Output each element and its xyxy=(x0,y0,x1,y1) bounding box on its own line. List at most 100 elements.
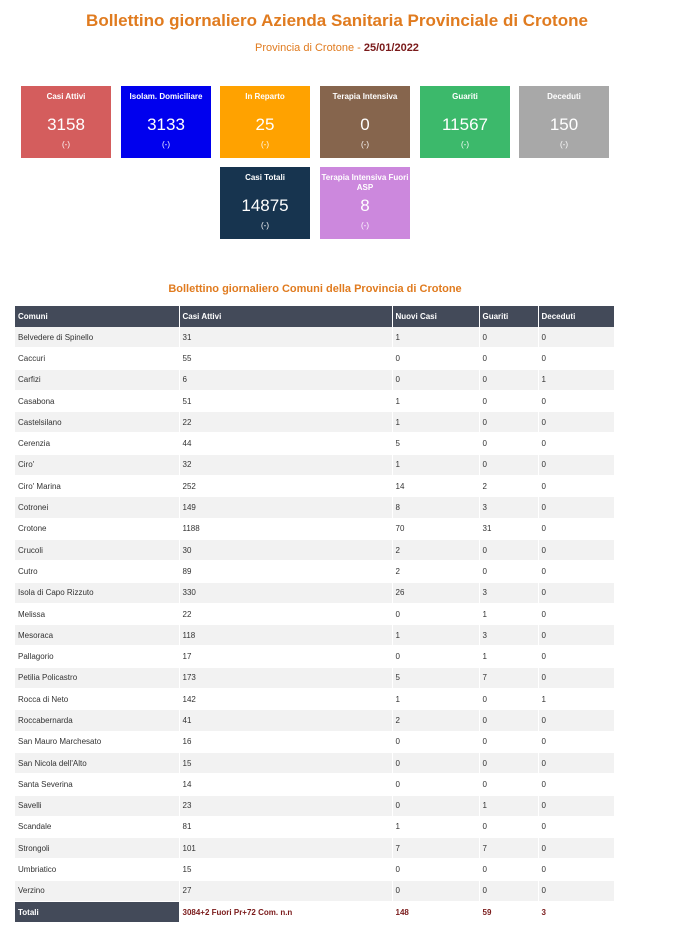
cell-deceduti: 0 xyxy=(538,560,615,583)
cell-casi-attivi: 330 xyxy=(179,582,393,604)
cell-guariti: 0 xyxy=(479,816,539,839)
table-row: Casabona 51 1 0 0 xyxy=(15,390,615,413)
cell-comune: Santa Severina xyxy=(15,773,180,796)
cell-casi-attivi: 1188 xyxy=(179,518,393,540)
cell-guariti: 3 xyxy=(479,496,539,519)
cell-nuovi-casi: 1 xyxy=(392,327,480,349)
table-row: Isola di Capo Rizzuto 330 26 3 0 xyxy=(15,582,615,604)
header-casi-attivi: Casi Attivi xyxy=(179,306,393,327)
cell-guariti: 31 xyxy=(479,518,539,540)
cell-casi-attivi: 6 xyxy=(179,369,393,391)
stat-value: 14875 xyxy=(241,196,289,215)
cell-casi-attivi: 27 xyxy=(179,880,393,903)
cell-comune: San Mauro Marchesato xyxy=(15,731,180,753)
cell-comune: Isola di Capo Rizzuto xyxy=(15,582,180,604)
cell-nuovi-casi: 0 xyxy=(392,731,480,753)
table-row: Cerenzia 44 5 0 0 xyxy=(15,432,615,455)
table-row: Verzino 27 0 0 0 xyxy=(15,880,615,903)
cell-casi-attivi: 149 xyxy=(179,496,393,519)
cell-guariti: 7 xyxy=(479,667,539,690)
cell-nuovi-casi: 1 xyxy=(392,688,480,711)
stat-value: 150 xyxy=(549,115,579,134)
cell-guariti: 0 xyxy=(479,539,539,562)
table-row: Castelsilano 22 1 0 0 xyxy=(15,411,615,434)
cell-guariti: 0 xyxy=(479,432,539,455)
stat-value: 3158 xyxy=(47,115,85,134)
stat-label: Guariti xyxy=(452,92,478,101)
cell-guariti: 0 xyxy=(479,347,539,370)
cell-comune: Belvedere di Spinello xyxy=(15,327,180,349)
cell-nuovi-casi: 0 xyxy=(392,795,480,817)
cell-casi-attivi: 31 xyxy=(179,327,393,349)
table-row: Belvedere di Spinello 31 1 0 0 xyxy=(15,327,615,349)
cell-comune: Castelsilano xyxy=(15,411,180,434)
cell-guariti: 0 xyxy=(479,390,539,413)
cell-deceduti: 0 xyxy=(538,837,615,860)
stat-change: (-) xyxy=(62,140,70,149)
cell-casi-attivi: 16 xyxy=(179,731,393,753)
cell-casi-attivi: 55 xyxy=(179,347,393,370)
cell-comune: Crotone xyxy=(15,518,180,540)
table-row: Ciro' 32 1 0 0 xyxy=(15,454,615,477)
cell-deceduti: 0 xyxy=(538,411,615,434)
header-guariti: Guariti xyxy=(479,306,539,327)
cell-guariti: 0 xyxy=(479,880,539,903)
table-row: Pallagorio 17 0 1 0 xyxy=(15,645,615,668)
cell-casi-attivi: 252 xyxy=(179,475,393,498)
cell-deceduti: 0 xyxy=(538,667,615,690)
cell-comune: Crucoli xyxy=(15,539,180,562)
totals-nuovi-casi: 148 xyxy=(392,901,480,924)
cell-deceduti: 0 xyxy=(538,539,615,562)
cell-nuovi-casi: 5 xyxy=(392,667,480,690)
stat-label: Terapia Intensiva xyxy=(332,92,398,101)
cell-comune: Roccabernarda xyxy=(15,709,180,732)
stat-change: (-) xyxy=(261,140,269,149)
cell-nuovi-casi: 1 xyxy=(392,454,480,477)
cell-deceduti: 1 xyxy=(538,369,615,391)
cell-comune: Strongoli xyxy=(15,837,180,860)
header-nuovi-casi: Nuovi Casi xyxy=(392,306,480,327)
cell-comune: Petilia Policastro xyxy=(15,667,180,690)
table-row: Scandale 81 1 0 0 xyxy=(15,816,615,839)
table-row: Melissa 22 0 1 0 xyxy=(15,603,615,626)
cell-casi-attivi: 44 xyxy=(179,432,393,455)
cell-nuovi-casi: 5 xyxy=(392,432,480,455)
cell-comune: Pallagorio xyxy=(15,645,180,668)
stat-change: (-) xyxy=(361,140,369,149)
cell-nuovi-casi: 1 xyxy=(392,624,480,647)
table-row: Savelli 23 0 1 0 xyxy=(15,795,615,817)
cell-guariti: 0 xyxy=(479,752,539,775)
page-subtitle: Provincia di Crotone - 25/01/2022 xyxy=(0,42,674,54)
totals-row: Totali 3084+2 Fuori Pr+72 Com. n.n 148 5… xyxy=(15,901,615,924)
table-row: Carfizi 6 0 0 1 xyxy=(15,369,615,391)
cell-nuovi-casi: 1 xyxy=(392,411,480,434)
table-row: Cutro 89 2 0 0 xyxy=(15,560,615,583)
table-row: Caccuri 55 0 0 0 xyxy=(15,347,615,370)
cell-casi-attivi: 81 xyxy=(179,816,393,839)
cell-guariti: 0 xyxy=(479,709,539,732)
stat-change: (-) xyxy=(162,140,170,149)
stat-label: Terapia Intensiva Fuori ASP xyxy=(321,173,409,192)
section-title: Bollettino giornaliero Comuni della Prov… xyxy=(168,283,462,295)
stat-label: Deceduti xyxy=(547,92,581,101)
stat-change: (-) xyxy=(560,140,568,149)
totals-deceduti: 3 xyxy=(538,901,615,924)
stat-box-in-reparto: In Reparto 25 (-) xyxy=(220,86,310,158)
cell-guariti: 0 xyxy=(479,773,539,796)
table-row: Cotronei 149 8 3 0 xyxy=(15,496,615,519)
cell-casi-attivi: 51 xyxy=(179,390,393,413)
cell-deceduti: 0 xyxy=(538,603,615,626)
cell-deceduti: 0 xyxy=(538,773,615,796)
cell-deceduti: 0 xyxy=(538,731,615,753)
cell-casi-attivi: 17 xyxy=(179,645,393,668)
cell-nuovi-casi: 0 xyxy=(392,773,480,796)
stat-box-terapia-intensiva-fuori-asp: Terapia Intensiva Fuori ASP 8 (-) xyxy=(320,167,410,239)
cell-casi-attivi: 14 xyxy=(179,773,393,796)
cell-nuovi-casi: 0 xyxy=(392,645,480,668)
subtitle-province: Provincia di Crotone - xyxy=(255,42,364,54)
cell-guariti: 1 xyxy=(479,645,539,668)
cell-deceduti: 0 xyxy=(538,816,615,839)
cell-comune: Ciro' Marina xyxy=(15,475,180,498)
cell-comune: Scandale xyxy=(15,816,180,839)
table-row: Umbriatico 15 0 0 0 xyxy=(15,858,615,881)
